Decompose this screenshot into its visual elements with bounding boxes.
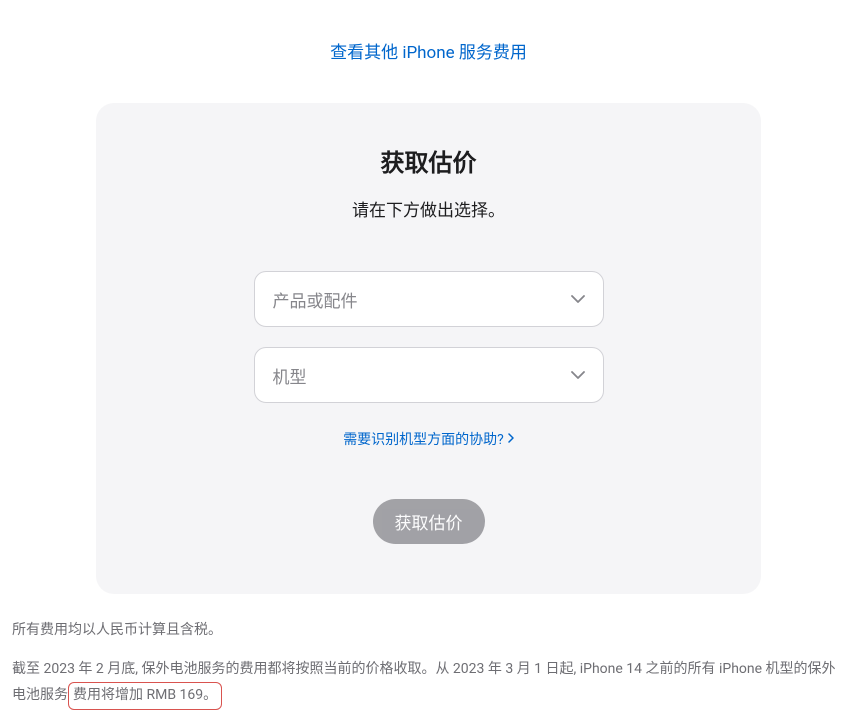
chevron-down-icon [571, 295, 585, 303]
chevron-down-icon [571, 371, 585, 379]
card-subtitle: 请在下方做出选择。 [146, 196, 711, 221]
model-select-wrapper: 机型 [254, 347, 604, 403]
footer-line1: 所有费用均以人民币计算且含税。 [12, 618, 845, 643]
estimate-card: 获取估价 请在下方做出选择。 产品或配件 机型 需要识别机型方面的协助? [96, 103, 761, 594]
top-link-container: 查看其他 iPhone 服务费用 [0, 0, 857, 103]
model-select-placeholder: 机型 [273, 363, 307, 388]
price-highlight-box: 费用将增加 RMB 169。 [68, 682, 222, 709]
help-link-text: 需要识别机型方面的协助? [343, 429, 504, 449]
chevron-right-icon [508, 431, 514, 447]
model-select[interactable]: 机型 [254, 347, 604, 403]
other-services-link[interactable]: 查看其他 iPhone 服务费用 [330, 43, 527, 63]
submit-row: 获取估价 [146, 499, 711, 544]
get-estimate-button[interactable]: 获取估价 [373, 499, 485, 544]
product-select[interactable]: 产品或配件 [254, 271, 604, 327]
product-select-placeholder: 产品或配件 [273, 287, 358, 312]
footer-text: 所有费用均以人民币计算且含税。 截至 2023 年 2 月底, 保外电池服务的费… [0, 594, 857, 710]
card-title: 获取估价 [146, 143, 711, 178]
identify-model-help-link[interactable]: 需要识别机型方面的协助? [343, 429, 514, 449]
footer-line2: 截至 2023 年 2 月底, 保外电池服务的费用都将按照当前的价格收取。从 2… [12, 657, 845, 709]
product-select-wrapper: 产品或配件 [254, 271, 604, 327]
